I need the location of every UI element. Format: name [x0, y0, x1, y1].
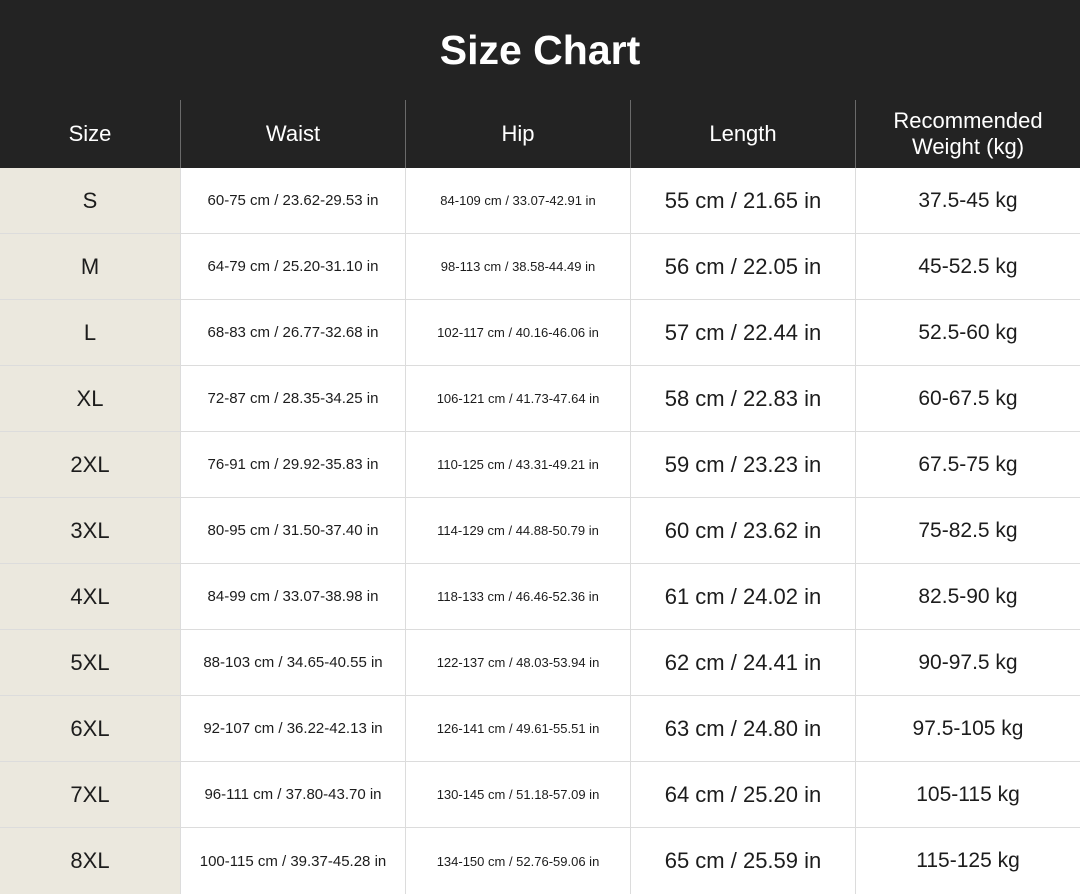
table-row: 5XL 88-103 cm / 34.65-40.55 in 122-137 cm … [0, 630, 1080, 696]
recommended-weight-cell: 115-125 kg [855, 828, 1080, 894]
length-cell: 55 cm / 21.65 in [630, 168, 855, 233]
size-cell: S [0, 168, 180, 233]
waist-cell: 100-115 cm / 39.37-45.28 in [180, 828, 405, 894]
page-title: Size Chart [439, 27, 641, 73]
table-row: S 60-75 cm / 23.62-29.53 in 84-109 cm / 33… [0, 168, 1080, 234]
table-row: 6XL 92-107 cm / 36.22-42.13 in 126-141 cm … [0, 696, 1080, 762]
waist-cell: 64-79 cm / 25.20-31.10 in [180, 234, 405, 299]
length-cell: 63 cm / 24.80 in [630, 696, 855, 761]
size-cell: L [0, 300, 180, 365]
recommended-weight-cell: 52.5-60 kg [855, 300, 1080, 365]
table-row: L 68-83 cm / 26.77-32.68 in 102-117 cm / 4… [0, 300, 1080, 366]
table-row: 3XL 80-95 cm / 31.50-37.40 in 114-129 cm /… [0, 498, 1080, 564]
table-body: S 60-75 cm / 23.62-29.53 in 84-109 cm / 33… [0, 168, 1080, 894]
waist-cell: 60-75 cm / 23.62-29.53 in [180, 168, 405, 233]
waist-cell: 80-95 cm / 31.50-37.40 in [180, 498, 405, 563]
recommended-weight-cell: 97.5-105 kg [855, 696, 1080, 761]
size-cell: 4XL [0, 564, 180, 629]
length-cell: 58 cm / 22.83 in [630, 366, 855, 431]
size-cell: M [0, 234, 180, 299]
recommended-weight-cell: 90-97.5 kg [855, 630, 1080, 695]
size-cell: XL [0, 366, 180, 431]
length-cell: 56 cm / 22.05 in [630, 234, 855, 299]
hip-cell: 126-141 cm / 49.61-55.51 in [405, 696, 630, 761]
hip-cell: 122-137 cm / 48.03-53.94 in [405, 630, 630, 695]
size-cell: 2XL [0, 432, 180, 497]
recommended-weight-cell: 67.5-75 kg [855, 432, 1080, 497]
hip-cell: 130-145 cm / 51.18-57.09 in [405, 762, 630, 827]
recommended-weight-cell: 82.5-90 kg [855, 564, 1080, 629]
waist-cell: 72-87 cm / 28.35-34.25 in [180, 366, 405, 431]
table-row: M 64-79 cm / 25.20-31.10 in 98-113 cm / 38… [0, 234, 1080, 300]
length-cell: 59 cm / 23.23 in [630, 432, 855, 497]
waist-cell: 92-107 cm / 36.22-42.13 in [180, 696, 405, 761]
length-cell: 60 cm / 23.62 in [630, 498, 855, 563]
waist-cell: 84-99 cm / 33.07-38.98 in [180, 564, 405, 629]
size-cell: 7XL [0, 762, 180, 827]
size-chart-table: Size Chart Size Waist Hip Length Recomme… [0, 0, 1080, 894]
table-row: 2XL 76-91 cm / 29.92-35.83 in 110-125 cm /… [0, 432, 1080, 498]
column-header-row: Size Waist Hip Length Recommended Weight… [0, 100, 1080, 168]
hip-cell: 84-109 cm / 33.07-42.91 in [405, 168, 630, 233]
waist-cell: 96-111 cm / 37.80-43.70 in [180, 762, 405, 827]
hip-cell: 102-117 cm / 40.16-46.06 in [405, 300, 630, 365]
column-header-waist: Waist [180, 100, 405, 168]
waist-cell: 68-83 cm / 26.77-32.68 in [180, 300, 405, 365]
length-cell: 65 cm / 25.59 in [630, 828, 855, 894]
table-row: 7XL 96-111 cm / 37.80-43.70 in 130-145 cm … [0, 762, 1080, 828]
chart-header: Size Chart Size Waist Hip Length Recomme… [0, 0, 1080, 168]
column-header-hip: Hip [405, 100, 630, 168]
table-row: XL 72-87 cm / 28.35-34.25 in 106-121 cm / … [0, 366, 1080, 432]
hip-cell: 110-125 cm / 43.31-49.21 in [405, 432, 630, 497]
table-row: 8XL 100-115 cm / 39.37-45.28 in 134-150 cm… [0, 828, 1080, 894]
hip-cell: 106-121 cm / 41.73-47.64 in [405, 366, 630, 431]
waist-cell: 88-103 cm / 34.65-40.55 in [180, 630, 405, 695]
hip-cell: 118-133 cm / 46.46-52.36 in [405, 564, 630, 629]
table-row: 4XL 84-99 cm / 33.07-38.98 in 118-133 cm /… [0, 564, 1080, 630]
size-cell: 8XL [0, 828, 180, 894]
recommended-weight-cell: 37.5-45 kg [855, 168, 1080, 233]
length-cell: 64 cm / 25.20 in [630, 762, 855, 827]
hip-cell: 114-129 cm / 44.88-50.79 in [405, 498, 630, 563]
size-cell: 6XL [0, 696, 180, 761]
column-header-length: Length [630, 100, 855, 168]
column-header-size: Size [68, 121, 112, 146]
size-cell: 3XL [0, 498, 180, 563]
hip-cell: 98-113 cm / 38.58-44.49 in [405, 234, 630, 299]
recommended-weight-cell: 45-52.5 kg [855, 234, 1080, 299]
hip-cell: 134-150 cm / 52.76-59.06 in [405, 828, 630, 894]
recommended-weight-cell: 75-82.5 kg [855, 498, 1080, 563]
waist-cell: 76-91 cm / 29.92-35.83 in [180, 432, 405, 497]
size-cell: 5XL [0, 630, 180, 695]
length-cell: 57 cm / 22.44 in [630, 300, 855, 365]
recommended-weight-cell: 60-67.5 kg [855, 366, 1080, 431]
length-cell: 61 cm / 24.02 in [630, 564, 855, 629]
length-cell: 62 cm / 24.41 in [630, 630, 855, 695]
column-header-recommended-weight: Recommended Weight (kg) [855, 100, 1080, 168]
recommended-weight-cell: 105-115 kg [855, 762, 1080, 827]
